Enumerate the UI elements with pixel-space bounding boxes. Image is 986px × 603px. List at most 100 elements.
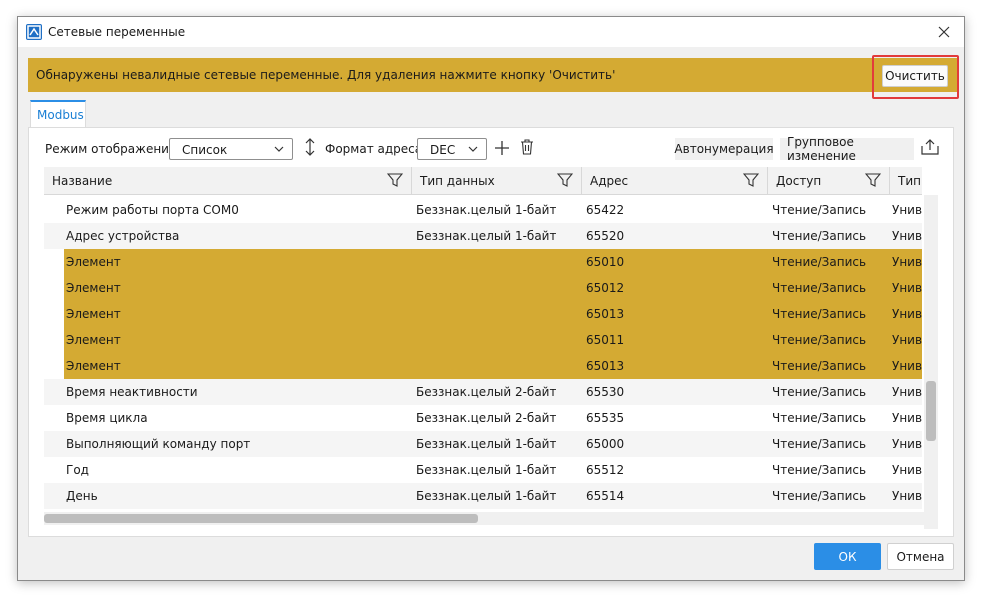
cell-address: 65422 xyxy=(586,203,625,217)
table-row[interactable]: День Беззнак.целый 1-байт 65514 Чтение/Запи… xyxy=(44,483,922,509)
cell-name: Элемент xyxy=(66,255,121,269)
tab-label: Modbus xyxy=(37,108,84,122)
network-variables-dialog: Сетевые переменные Обнаружены невалидные… xyxy=(17,16,965,581)
cell-kind: Униве xyxy=(892,385,922,399)
variables-table: Название Тип данных Адрес Доступ Тип р Р… xyxy=(44,167,922,529)
close-icon xyxy=(938,26,950,38)
table-row[interactable]: Элемент 65011 Чтение/Запись Униве xyxy=(64,327,922,353)
chevron-down-icon xyxy=(468,146,478,152)
cell-type: Беззнак.целый 1-байт xyxy=(416,203,557,217)
cell-name: Время неактивности xyxy=(66,385,198,399)
display-mode-select[interactable]: Список xyxy=(169,138,293,160)
horizontal-scrollbar-thumb[interactable] xyxy=(44,514,478,523)
filter-icon[interactable] xyxy=(387,173,403,187)
table-row[interactable]: Время цикла Беззнак.целый 2-байт 65535 Чтен… xyxy=(44,405,922,431)
cell-name: Год xyxy=(66,463,89,477)
table-header: Название Тип данных Адрес Доступ Тип р xyxy=(44,167,922,195)
table-row[interactable]: Элемент 65013 Чтение/Запись Униве xyxy=(64,353,922,379)
address-format-value: DEC xyxy=(430,143,456,157)
banner-message: Обнаружены невалидные сетевые переменные… xyxy=(36,68,616,82)
cell-kind: Униве xyxy=(892,333,922,347)
cell-kind: Униве xyxy=(892,203,922,217)
cell-type: Беззнак.целый 1-байт xyxy=(416,437,557,451)
cell-address: 65512 xyxy=(586,463,625,477)
autonumber-button[interactable]: Автонумерация xyxy=(674,138,774,160)
filter-icon[interactable] xyxy=(865,173,881,187)
address-format-select[interactable]: DEC xyxy=(417,138,487,160)
cell-access: Чтение/Запись xyxy=(772,307,867,321)
cell-address: 65530 xyxy=(586,385,625,399)
table-row[interactable]: Элемент 65012 Чтение/Запись Униве xyxy=(64,275,922,301)
plus-icon xyxy=(495,141,509,155)
column-header-label: Адрес xyxy=(590,174,629,188)
cell-kind: Униве xyxy=(892,307,922,321)
sort-button[interactable] xyxy=(301,138,319,156)
cell-address: 65013 xyxy=(586,307,625,321)
table-row[interactable]: Элемент 65010 Чтение/Запись Униве xyxy=(64,249,922,275)
table-row[interactable]: Режим работы порта COM0 Беззнак.целый 1-б… xyxy=(44,197,922,223)
window-title: Сетевые переменные xyxy=(48,25,186,39)
cell-kind: Униве xyxy=(892,359,922,373)
cell-kind: Униве xyxy=(892,489,922,503)
address-format-label: Формат адреса: xyxy=(325,142,427,156)
horizontal-scrollbar[interactable] xyxy=(44,512,924,525)
cell-access: Чтение/Запись xyxy=(772,359,867,373)
group-edit-button[interactable]: Групповое изменение xyxy=(780,135,914,163)
table-row[interactable]: Элемент 65013 Чтение/Запись Униве xyxy=(64,301,922,327)
cell-name: Режим работы порта COM0 xyxy=(66,203,239,217)
sort-arrows-icon xyxy=(305,138,315,156)
export-button[interactable] xyxy=(921,138,939,156)
clear-button[interactable]: Очистить xyxy=(882,65,948,87)
filter-icon[interactable] xyxy=(557,173,573,187)
vertical-scrollbar[interactable] xyxy=(924,195,938,529)
filter-icon[interactable] xyxy=(743,173,759,187)
display-mode-label: Режим отображения: xyxy=(45,142,181,156)
cell-access: Чтение/Запись xyxy=(772,463,867,477)
table-row[interactable]: Время неактивности Беззнак.целый 2-байт 65… xyxy=(44,379,922,405)
cell-name: Элемент xyxy=(66,307,121,321)
column-header-type[interactable]: Тип данных xyxy=(412,167,582,195)
cell-kind: Униве xyxy=(892,437,922,451)
column-header-label: Тип р xyxy=(898,174,922,188)
column-header-kind[interactable]: Тип р xyxy=(890,167,922,195)
cell-type: Беззнак.целый 2-байт xyxy=(416,385,557,399)
cell-type: Беззнак.целый 1-байт xyxy=(416,229,557,243)
cell-type: Беззнак.целый 1-байт xyxy=(416,463,557,477)
column-header-access[interactable]: Доступ xyxy=(768,167,890,195)
cell-name: Элемент xyxy=(66,359,121,373)
column-header-label: Доступ xyxy=(776,174,822,188)
cell-type: Беззнак.целый 1-байт xyxy=(416,489,557,503)
vertical-scrollbar-thumb[interactable] xyxy=(926,381,936,441)
cell-kind: Униве xyxy=(892,411,922,425)
table-row[interactable]: Выполняющий команду порт Беззнак.целый 1-… xyxy=(44,431,922,457)
chevron-down-icon xyxy=(274,146,284,152)
cell-name: Элемент xyxy=(66,333,121,347)
cell-access: Чтение/Запись xyxy=(772,255,867,269)
column-header-label: Название xyxy=(52,174,113,188)
table-row[interactable]: Год Беззнак.целый 1-байт 65512 Чтение/Запис… xyxy=(44,457,922,483)
close-button[interactable] xyxy=(924,17,964,47)
cell-kind: Униве xyxy=(892,255,922,269)
cell-address: 65535 xyxy=(586,411,625,425)
delete-button[interactable] xyxy=(518,138,536,156)
cell-address: 65012 xyxy=(586,281,625,295)
column-header-label: Тип данных xyxy=(420,174,495,188)
cell-name: Время цикла xyxy=(66,411,148,425)
cell-type: Беззнак.целый 2-байт xyxy=(416,411,557,425)
cancel-button[interactable]: Отмена xyxy=(887,543,954,570)
cell-name: Выполняющий команду порт xyxy=(66,437,251,451)
cell-address: 65010 xyxy=(586,255,625,269)
tab-modbus[interactable]: Modbus xyxy=(30,100,86,128)
cell-access: Чтение/Запись xyxy=(772,489,867,503)
column-header-address[interactable]: Адрес xyxy=(582,167,768,195)
add-button[interactable] xyxy=(493,139,511,157)
table-row[interactable]: Адрес устройства Беззнак.целый 1-байт 6552… xyxy=(44,223,922,249)
cell-address: 65013 xyxy=(586,359,625,373)
cell-access: Чтение/Запись xyxy=(772,333,867,347)
title-bar: Сетевые переменные xyxy=(18,17,964,47)
cell-address: 65000 xyxy=(586,437,625,451)
ok-button[interactable]: ОК xyxy=(814,543,881,570)
trash-icon xyxy=(521,139,533,155)
column-header-name[interactable]: Название xyxy=(44,167,412,195)
invalid-variables-banner: Обнаружены невалидные сетевые переменные… xyxy=(28,58,958,92)
